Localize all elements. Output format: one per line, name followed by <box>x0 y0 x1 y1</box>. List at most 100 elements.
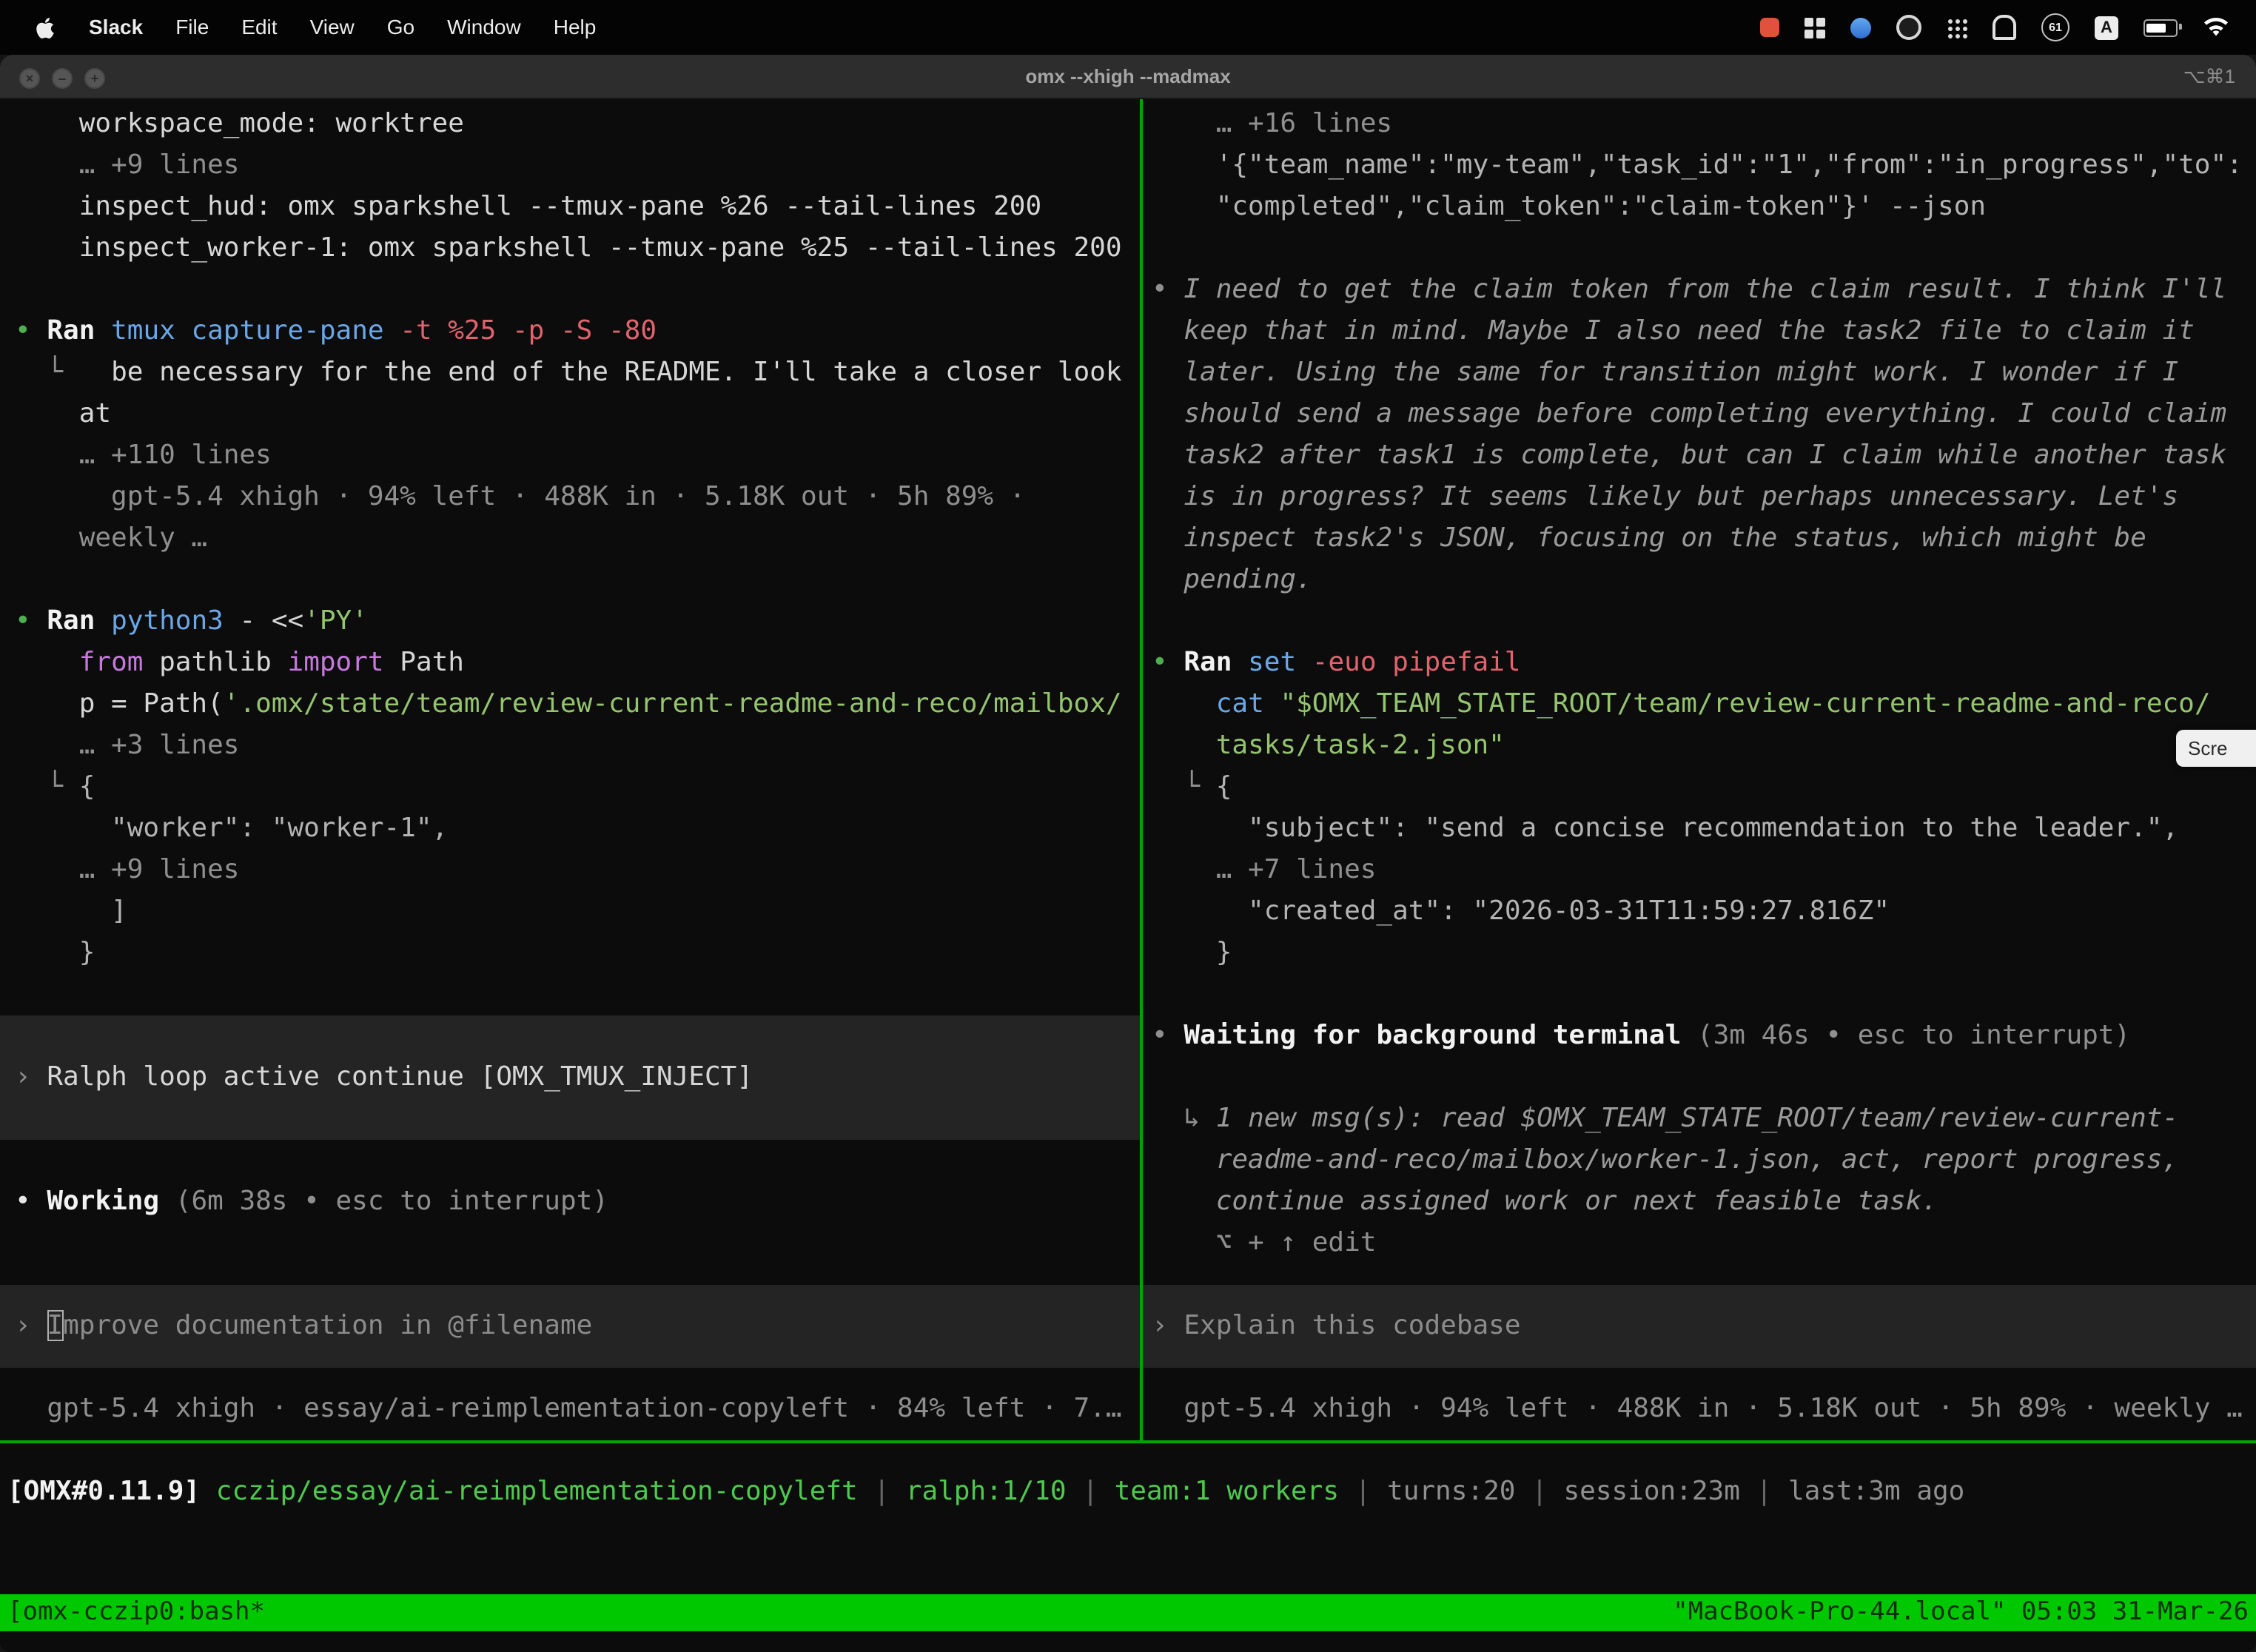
screenshot-popup[interactable]: Scre <box>2176 730 2256 767</box>
text-segment: gpt-5.4 xhigh · 94% left · 488K in · 5.1… <box>15 481 1025 512</box>
menu-item-window[interactable]: Window <box>431 0 537 55</box>
text-segment: … +16 lines <box>1152 108 1392 139</box>
terminal-line: • Ran tmux capture-pane -t %25 -p -S -80 <box>0 311 1140 352</box>
terminal-line: p = Path('.omx/state/team/review-current… <box>0 684 1140 725</box>
text-segment: workspace_mode: worktree <box>15 108 464 139</box>
terminal-line: is in progress? It seems likely but perh… <box>1143 477 2256 518</box>
text-segment: continue assigned work or next feasible … <box>1152 1186 1938 1217</box>
terminal-line: at <box>0 394 1140 435</box>
text-segment: keep that in mind. Maybe I also need the… <box>1152 315 2195 346</box>
terminal-line: … +7 lines <box>1143 850 2256 891</box>
text-segment: | <box>1067 1476 1115 1507</box>
terminal-line: '{"team_name":"my-team","task_id":"1","f… <box>1143 145 2256 187</box>
terminal-line: gpt-5.4 xhigh · 94% left · 488K in · 5.1… <box>1143 1389 2256 1430</box>
text-segment: Working <box>47 1186 159 1217</box>
battery-fill <box>2146 23 2165 32</box>
text-segment: I <box>47 1310 63 1341</box>
menu-item-help[interactable]: Help <box>537 0 613 55</box>
text-segment: "created_at": "2026-03-31T11:59:27.816Z" <box>1152 896 1890 927</box>
terminal-line: keep that in mind. Maybe I also need the… <box>1143 311 2256 352</box>
terminal-line: "completed","claim_token":"claim-token"}… <box>1143 187 2256 228</box>
terminal-line: └ { <box>0 767 1140 808</box>
menu-item-slack[interactable]: Slack <box>73 0 159 55</box>
terminal-line: • Working (6m 38s • esc to interrupt) <box>0 1181 1140 1223</box>
prompt-input-left[interactable]: › Improve documentation in @filename <box>0 1285 1140 1368</box>
text-segment: | <box>1740 1476 1788 1507</box>
text-segment: last:3m ago <box>1788 1476 1964 1507</box>
terminal-line: ↳ 1 new msg(s): read $OMX_TEAM_STATE_ROO… <box>1143 1098 2256 1140</box>
menu-item-go[interactable]: Go <box>371 0 431 55</box>
ring-app-icon[interactable] <box>1896 15 1921 40</box>
terminal-line: task2 after task1 is complete, but can I… <box>1143 435 2256 477</box>
window-titlebar[interactable]: omx --xhigh --madmax ⌥⌘1 <box>0 55 2256 99</box>
text-segment: 1 new msg(s): read $OMX_TEAM_STATE_ROOT/… <box>1216 1103 2178 1134</box>
menu-item-edit[interactable]: Edit <box>225 0 293 55</box>
text-segment: gpt-5.4 xhigh · essay/ai-reimplementatio… <box>15 1393 1122 1424</box>
omx-status-line: [OMX#0.11.9] cczip/essay/ai-reimplementa… <box>0 1471 2256 1513</box>
terminal-line: cat "$OMX_TEAM_STATE_ROOT/team/review-cu… <box>1143 684 2256 725</box>
terminal-line: inspect_hud: omx sparkshell --tmux-pane … <box>0 187 1140 228</box>
terminal-line <box>1143 974 2256 1015</box>
text-segment: | <box>1339 1476 1387 1507</box>
prompt-input-right[interactable]: › Explain this codebase <box>1143 1285 2256 1368</box>
text-segment: (6m 38s • esc to interrupt) <box>159 1186 608 1217</box>
text-segment: -t %25 -p -S -80 <box>384 315 657 346</box>
text-segment: session:23m <box>1563 1476 1739 1507</box>
battery-icon[interactable] <box>2143 19 2178 36</box>
text-segment: { <box>1216 771 1232 802</box>
text-segment: "$OMX_TEAM_STATE_ROOT/team/review-curren… <box>1280 688 2210 719</box>
window-title: omx --xhigh --madmax <box>0 55 2256 98</box>
text-segment: '{"team_name":"my-team","task_id":"1","f… <box>1152 150 2243 181</box>
terminal-line <box>1143 1368 2256 1389</box>
wifi-icon[interactable] <box>2203 17 2229 38</box>
menu-item-file[interactable]: File <box>159 0 225 55</box>
apple-menu-icon[interactable] <box>18 0 73 55</box>
dots-grid-icon[interactable] <box>1947 17 1967 38</box>
text-segment: I need to get the claim token from the c… <box>1184 274 2226 305</box>
menu-item-view[interactable]: View <box>294 0 371 55</box>
text-segment: … +3 lines <box>15 730 239 761</box>
ghost-app-icon[interactable] <box>1993 15 2016 40</box>
pane-divider[interactable] <box>1140 99 1143 1440</box>
text-segment: gpt-5.4 xhigh · 94% left · 488K in · 5.1… <box>1152 1393 2243 1424</box>
text-segment: • <box>1152 1020 1184 1051</box>
text-segment: ralph:1/10 <box>906 1476 1067 1507</box>
text-segment: | <box>858 1476 906 1507</box>
terminal-line: ] <box>0 891 1140 933</box>
terminal-line <box>0 1223 1140 1264</box>
text-segment: inspect_worker-1: omx sparkshell --tmux-… <box>15 232 1122 263</box>
terminal-line: inspect_worker-1: omx sparkshell --tmux-… <box>0 228 1140 269</box>
terminal-line: tasks/task-2.json" <box>1143 725 2256 767</box>
terminal-line: "subject": "send a concise recommendatio… <box>1143 808 2256 850</box>
terminal-line: } <box>0 933 1140 974</box>
pane-border-horizontal <box>0 1440 2256 1443</box>
text-segment: › <box>15 1310 47 1341</box>
screen-recording-indicator-icon[interactable] <box>1760 18 1779 37</box>
text-segment: - << <box>224 605 303 637</box>
terminal-line: └ be necessary for the end of the README… <box>0 352 1140 394</box>
window-tiles-icon[interactable] <box>1805 17 1825 38</box>
text-segment: › <box>1152 1310 1184 1341</box>
text-segment: ] <box>15 896 127 927</box>
text-segment: … +110 lines <box>15 440 272 471</box>
text-segment: … +9 lines <box>15 854 239 885</box>
text-segment: } <box>1152 937 1232 968</box>
text-segment: task2 after task1 is complete, but can I… <box>1152 440 2226 471</box>
text-segment: -euo pipefail <box>1296 647 1520 678</box>
terminal-line: ⌥ + ↑ edit <box>1143 1223 2256 1264</box>
blue-app-icon[interactable] <box>1850 17 1871 38</box>
terminal-line <box>1143 1264 2256 1285</box>
menu-bar: SlackFileEditViewGoWindowHelp 61 A <box>0 0 2256 55</box>
pane-left-lines[interactable]: workspace_mode: worktree … +9 lines insp… <box>0 99 1140 1445</box>
text-segment: • <box>15 1186 47 1217</box>
terminal-line: later. Using the same for transition mig… <box>1143 352 2256 394</box>
text-segment: be necessary for the end of the README. … <box>111 357 1121 388</box>
terminal-line <box>0 1098 1140 1140</box>
pane-right-lines[interactable]: … +16 lines '{"team_name":"my-team","tas… <box>1143 99 2256 1445</box>
input-source-icon[interactable]: A <box>2095 16 2118 39</box>
text-segment: • <box>1152 274 1184 305</box>
text-segment: mprove documentation in @filename <box>63 1310 592 1341</box>
text-segment: ↳ <box>1152 1103 1216 1134</box>
battery-percent-badge[interactable]: 61 <box>2041 13 2069 41</box>
text-segment: at <box>15 398 111 429</box>
